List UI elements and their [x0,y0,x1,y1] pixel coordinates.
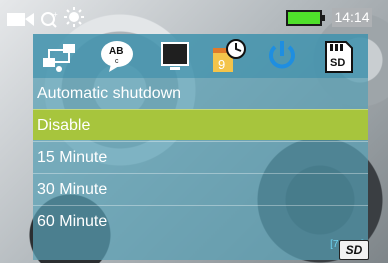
power-icon[interactable] [262,38,302,74]
svg-text:AB: AB [109,46,123,57]
option-15-minute[interactable]: 15 Minute [33,141,368,172]
tab-bar: AB c 9 SD [33,34,368,78]
option-30-minute[interactable]: 30 Minute [33,173,368,204]
scene-select-icon: + [41,10,58,28]
display-icon[interactable] [155,38,195,74]
svg-text:SD: SD [330,57,345,69]
battery-full-icon [286,10,325,26]
sd-card-indicator: SD [339,240,369,260]
svg-text:+: + [53,10,58,19]
menu-title: Automatic shutdown [37,85,182,102]
option-60-minute[interactable]: 60 Minute [33,205,368,236]
svg-text:c: c [115,58,119,65]
settings-menu-panel: AB c 9 SD Automatic shutdown Disable 15 … [33,34,368,260]
clock: 14:14 [332,8,372,27]
status-bar: + 14:14 [0,0,388,34]
network-settings-icon[interactable] [39,38,79,74]
white-balance-icon [64,7,84,27]
date-time-icon[interactable]: 9 [209,38,249,74]
option-disable[interactable]: Disable [33,109,368,140]
svg-text:9: 9 [218,57,225,72]
language-icon[interactable]: AB c [97,38,137,74]
sd-card-icon[interactable]: SD [318,38,358,74]
video-camera-icon [7,13,34,26]
